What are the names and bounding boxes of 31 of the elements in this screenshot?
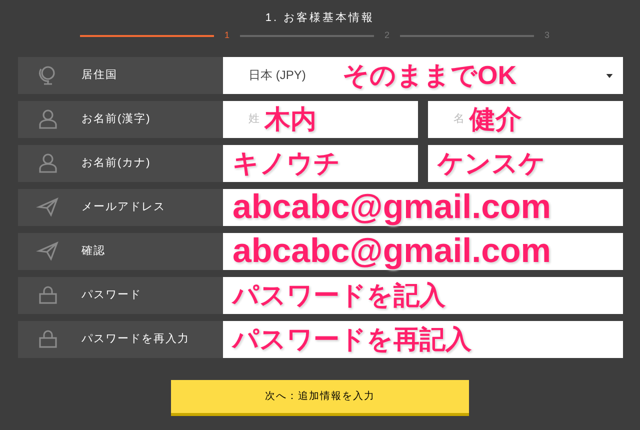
caret-icon [606, 74, 612, 78]
field-label: お名前(カナ) [82, 156, 151, 171]
step-number: 2 [383, 29, 390, 42]
input-field[interactable]: パスワードを記入 [222, 276, 622, 314]
country-select[interactable]: 日本 (JPY) そのままでOK [222, 56, 622, 94]
step-title: 1. お客様基本情報 [265, 10, 375, 26]
annotation-text: パスワードを再記入 [232, 326, 472, 352]
input-field[interactable]: キノウチ [222, 144, 418, 182]
annotation-text: キノウチ [232, 150, 340, 176]
field-label: お名前(漢字) [82, 112, 151, 127]
input-field[interactable]: ケンスケ [428, 144, 622, 182]
annotation-text: 木内 [264, 106, 316, 132]
paper-plane-icon [36, 195, 60, 219]
step-number: 1 [223, 29, 230, 42]
input-field[interactable]: パスワードを再記入 [222, 320, 622, 358]
field-label: 確認 [82, 244, 106, 259]
annotation-text: 健介 [470, 106, 522, 132]
field-label: メールアドレス [82, 200, 166, 215]
annotation-text: ケンスケ [438, 150, 546, 176]
paper-plane-icon [36, 239, 60, 263]
field-label: 居住国 [82, 68, 118, 83]
annotation-text: パスワードを記入 [232, 282, 446, 308]
step-number: 3 [543, 29, 550, 42]
next-button[interactable]: 次へ：追加情報を入力 [171, 380, 469, 416]
field-label: パスワード [82, 288, 142, 303]
annotation-text: abcabc@gmail.com [232, 190, 551, 224]
field-label: パスワードを再入力 [82, 332, 190, 347]
annotation-text: abcabc@gmail.com [232, 234, 551, 268]
input-field[interactable]: abcabc@gmail.com [222, 188, 622, 226]
input-field[interactable]: abcabc@gmail.com [222, 232, 622, 270]
annotation-text: そのままでOK [342, 62, 516, 88]
